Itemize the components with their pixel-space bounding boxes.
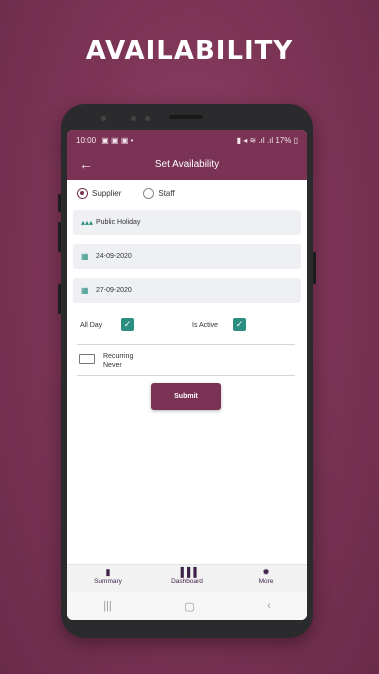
gear-icon: ✹ bbox=[262, 567, 270, 577]
page-title: Set Availability bbox=[154, 159, 220, 170]
status-left: 10:00 ▣ ▣ ▣ • bbox=[76, 136, 133, 145]
recurring-setting[interactable]: Recurring Never bbox=[79, 352, 133, 370]
recurring-text: Recurring Never bbox=[103, 352, 133, 370]
recent-apps-icon[interactable]: ||| bbox=[103, 600, 112, 612]
all-day-label: All Day bbox=[80, 322, 103, 329]
status-right: ▮ ◂ ≋ .ıl .ıl 17% ▯ bbox=[237, 136, 298, 145]
radio-button-selected[interactable] bbox=[77, 188, 88, 199]
status-time: 10:00 bbox=[76, 135, 97, 145]
radio-supplier[interactable]: Supplier bbox=[77, 188, 121, 199]
nav-dashboard[interactable]: ▐▐▐ Dashboard bbox=[160, 567, 214, 592]
camera-dot bbox=[145, 116, 150, 121]
is-active-label: Is Active bbox=[192, 322, 219, 329]
signal-icon: ▮ ◂ ≋ .ıl .ıl bbox=[236, 135, 274, 145]
book-icon: ▮ bbox=[105, 567, 111, 577]
phone-screen: 10:00 ▣ ▣ ▣ • ▮ ◂ ≋ .ıl .ıl 17% ▯ ← Set … bbox=[67, 130, 307, 620]
submit-button[interactable]: Submit bbox=[151, 383, 221, 410]
power-button bbox=[313, 252, 316, 284]
divider bbox=[77, 375, 295, 376]
end-date-field[interactable]: ▦ 27-09-2020 bbox=[73, 278, 301, 303]
recurring-label: Recurring bbox=[103, 353, 134, 360]
notification-icons: ▣ ▣ ▣ • bbox=[101, 135, 134, 145]
battery-level: 17% bbox=[275, 135, 292, 145]
radio-button[interactable] bbox=[143, 188, 155, 199]
phone-frame: 10:00 ▣ ▣ ▣ • ▮ ◂ ≋ .ıl .ıl 17% ▯ ← Set … bbox=[58, 104, 316, 638]
headline: AVAILABILITY bbox=[85, 36, 294, 66]
is-active-checkbox[interactable]: ✓ bbox=[233, 318, 246, 331]
people-icon: ▴▴▴ bbox=[81, 218, 94, 227]
bar-chart-icon: ▐▐▐ bbox=[177, 567, 197, 577]
recurring-value: Never bbox=[103, 362, 122, 369]
category-value: Public Holiday bbox=[96, 219, 141, 226]
calendar-icon: ▦ bbox=[81, 286, 89, 295]
volume-down-button bbox=[58, 284, 61, 314]
start-date-field[interactable]: ▦ 24-09-2020 bbox=[73, 244, 301, 269]
all-day-checkbox[interactable]: ✓ bbox=[121, 318, 134, 331]
volume-up-button bbox=[58, 222, 61, 252]
bottom-nav: ▮ Summary ▐▐▐ Dashboard ✹ More bbox=[67, 564, 307, 592]
app-bar: ← Set Availability bbox=[67, 150, 307, 180]
nav-more[interactable]: ✹ More bbox=[239, 567, 293, 592]
nav-dashboard-label: Dashboard bbox=[171, 578, 203, 585]
repeat-icon bbox=[79, 354, 95, 364]
nav-summary-label: Summary bbox=[94, 578, 122, 585]
home-icon[interactable]: ▢ bbox=[184, 600, 194, 613]
back-icon[interactable]: ‹ bbox=[267, 600, 271, 612]
status-bar: 10:00 ▣ ▣ ▣ • ▮ ◂ ≋ .ıl .ıl 17% ▯ bbox=[67, 130, 307, 150]
radio-staff-label: Staff bbox=[158, 189, 175, 198]
battery-icon: ▯ bbox=[293, 135, 298, 145]
type-radio-group: Supplier Staff bbox=[77, 188, 197, 199]
calendar-icon: ▦ bbox=[81, 252, 89, 261]
system-nav-bar: ||| ▢ ‹ bbox=[67, 592, 307, 620]
start-date-value: 24-09-2020 bbox=[96, 253, 132, 260]
radio-supplier-label: Supplier bbox=[92, 189, 122, 198]
end-date-value: 27-09-2020 bbox=[96, 287, 132, 294]
sensor-dot bbox=[101, 116, 106, 121]
sensor-dot bbox=[131, 116, 136, 121]
divider bbox=[77, 344, 295, 345]
earpiece-speaker bbox=[169, 115, 203, 119]
side-button bbox=[58, 194, 61, 212]
category-field[interactable]: ▴▴▴ Public Holiday bbox=[73, 210, 301, 235]
radio-staff[interactable]: Staff bbox=[143, 188, 175, 199]
nav-more-label: More bbox=[258, 578, 274, 585]
nav-summary[interactable]: ▮ Summary bbox=[81, 567, 135, 592]
